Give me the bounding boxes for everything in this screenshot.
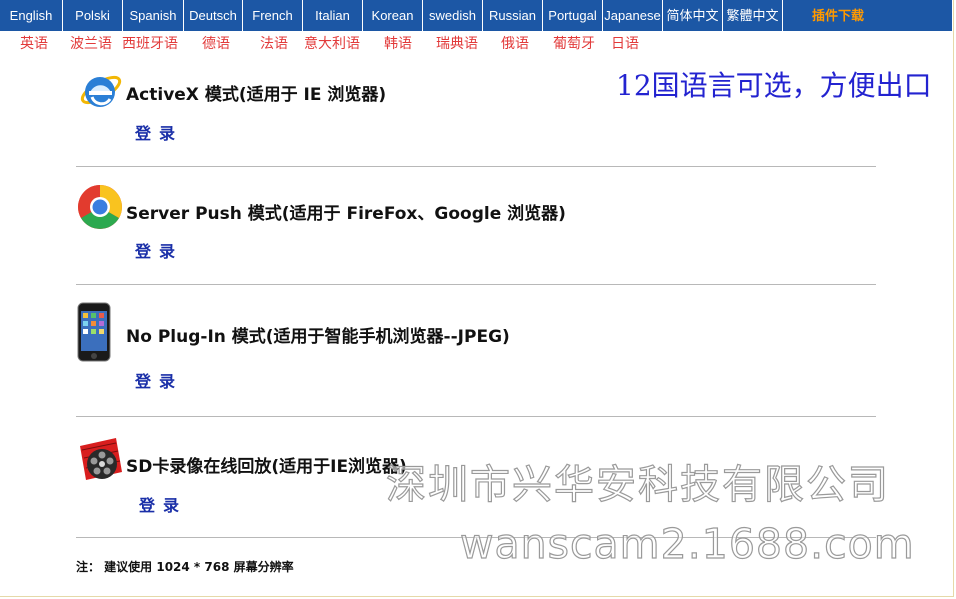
cn-portuguese: 葡萄牙 [553,36,595,52]
section-title-no-plugin: No Plug-In 模式(适用于智能手机浏览器--JPEG) [126,327,510,347]
section-title-activex: ActiveX 模式(适用于 IE 浏览器) [126,85,387,105]
cn-japanese: 日语 [611,36,639,52]
cn-spanish: 西班牙语 [122,36,178,52]
divider [76,166,876,167]
lang-spanish[interactable]: Spanish [123,0,184,31]
language-names-row: 英语 波兰语 西班牙语 德语 法语 意大利语 韩语 瑞典语 俄语 葡萄牙 日语 [0,33,700,53]
divider [76,284,876,285]
login-button-activex[interactable]: 登录 [135,120,183,144]
resolution-note: 注： 建议使用 1024 * 768 屏幕分辨率 [76,560,294,574]
cn-english: 英语 [20,36,48,52]
lang-swedish[interactable]: swedish [423,0,483,31]
lang-english[interactable]: English [0,0,63,31]
lang-japanese[interactable]: Japanese [603,0,663,31]
cn-german: 德语 [202,36,230,52]
divider [76,416,876,417]
chrome-browser-icon [78,185,122,229]
login-button-sd-playback[interactable]: 登录 [139,492,187,516]
plugin-download-link[interactable]: 插件下载 [783,0,893,31]
lang-polski[interactable]: Polski [63,0,123,31]
lang-french[interactable]: French [243,0,303,31]
cn-swedish: 瑞典语 [436,36,478,52]
cn-french: 法语 [260,36,288,52]
cn-polish: 波兰语 [70,36,112,52]
login-button-no-plugin[interactable]: 登录 [135,368,183,392]
login-button-server-push[interactable]: 登录 [135,238,183,262]
lang-italian[interactable]: Italian [303,0,363,31]
section-server-push: Server Push 模式(适用于 FireFox、Google 浏览器) 登… [76,183,876,273]
cn-italian: 意大利语 [304,36,360,52]
lang-traditional-chinese[interactable]: 繁體中文 [723,0,783,31]
section-title-sd-playback: SD卡录像在线回放(适用于IE浏览器) [126,457,407,477]
smartphone-icon [77,302,111,362]
cn-russian: 俄语 [501,36,529,52]
lang-simplified-chinese[interactable]: 简体中文 [663,0,723,31]
section-title-server-push: Server Push 模式(适用于 FireFox、Google 浏览器) [126,204,566,224]
section-activex: ActiveX 模式(适用于 IE 浏览器) 登录 [76,66,876,146]
lang-portugal[interactable]: Portugal [543,0,603,31]
watermark-site: wanscam2.1688.com [459,519,915,568]
lang-russian[interactable]: Russian [483,0,543,31]
language-bar: English Polski Spanish Deutsch French It… [0,0,952,31]
lang-korean[interactable]: Korean [363,0,423,31]
film-reel-icon [80,438,122,480]
ie-browser-icon [80,75,122,107]
lang-deutsch[interactable]: Deutsch [184,0,243,31]
section-no-plugin: No Plug-In 模式(适用于智能手机浏览器--JPEG) 登录 [76,302,876,402]
cn-korean: 韩语 [384,36,412,52]
watermark-company: 深圳市兴华安科技有限公司 [385,461,890,508]
